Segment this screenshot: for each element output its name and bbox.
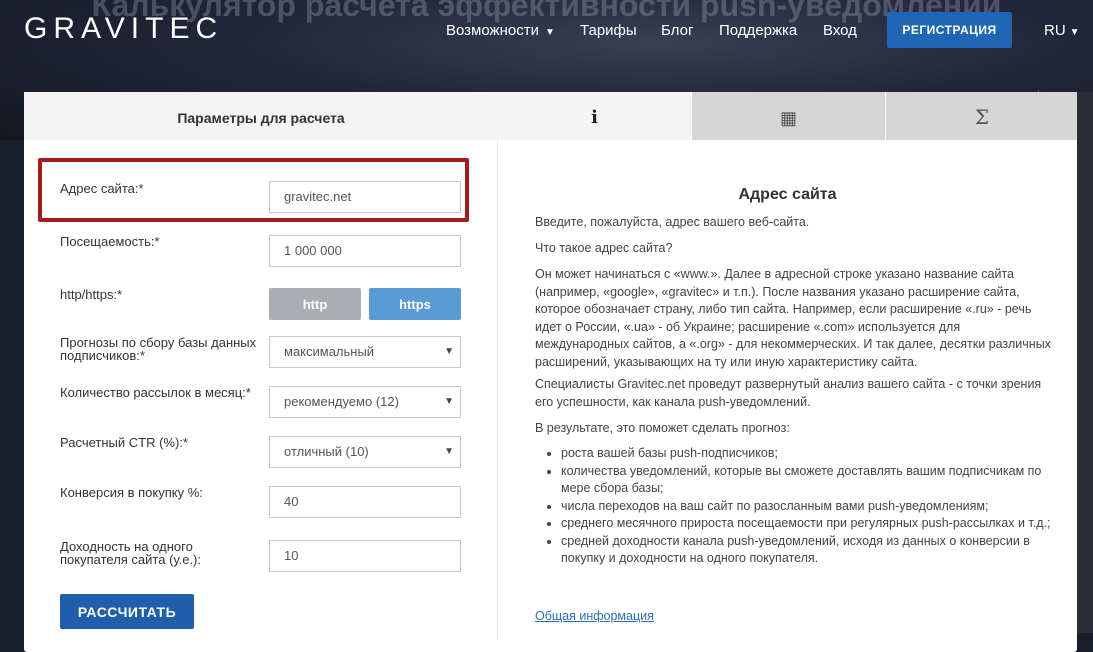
revenue-label: Доходность на одного покупателя сайта (у… [60, 539, 201, 567]
traffic-label: Посещаемость:* [60, 234, 160, 249]
nav-login[interactable]: Вход [823, 22, 857, 39]
mailings-label: Количество рассылок в месяц:* [60, 385, 251, 400]
tab-summary[interactable]: Σ [885, 92, 1078, 140]
info-title: Адрес сайта [738, 186, 837, 203]
sigma-icon: Σ [974, 105, 990, 129]
ctr-label: Расчетный CTR (%):* [60, 435, 188, 450]
chevron-down-icon: ▼ [444, 346, 454, 357]
calculate-button[interactable]: РАССЧИТАТЬ [60, 594, 194, 629]
info-question: Что такое адрес сайта? [535, 241, 673, 255]
calculator-card: Параметры для расчета i ▦ Σ Адрес сайта:… [24, 92, 1078, 652]
list-item: числа переходов на ваш сайт по разосланн… [561, 498, 1055, 516]
site-input[interactable]: gravitec.net [269, 181, 461, 213]
calculator-icon: ▦ [779, 108, 797, 128]
chevron-down-icon: ▼ [444, 396, 454, 407]
language-label: RU [1044, 22, 1066, 39]
mailings-select[interactable]: рекомендуемо (12) ▼ [269, 386, 461, 418]
tab-calculator[interactable]: ▦ [691, 92, 885, 140]
site-label: Адрес сайта:* [60, 181, 144, 196]
https-toggle[interactable]: https [369, 288, 461, 320]
list-item: среднего месячного прироста посещаемости… [561, 515, 1055, 533]
nav-features-label: Возможности [446, 22, 539, 39]
list-item: количества уведомлений, которые вы сможе… [561, 463, 1055, 498]
chevron-down-icon: ▼ [444, 446, 454, 457]
nav-features[interactable]: Возможности ▼ [446, 22, 555, 39]
top-navigation: GRAVITEC Возможности ▼ Тарифы Блог Поддер… [0, 0, 1093, 60]
page-edge [1077, 92, 1093, 633]
traffic-input[interactable]: 1 000 000 [269, 235, 461, 267]
gravitec-logo[interactable]: GRAVITEC [24, 12, 223, 46]
chevron-down-icon: ▼ [544, 27, 555, 38]
nav-blog[interactable]: Блог [661, 22, 693, 39]
language-selector[interactable]: RU ▼ [1044, 22, 1080, 39]
conversion-label: Конверсия в покупку %: [60, 485, 203, 500]
list-item: средней доходности канала push-уведомлен… [561, 533, 1055, 568]
conversion-input[interactable]: 40 [269, 486, 461, 518]
ctr-value: отличный (10) [284, 444, 369, 459]
forecast-select[interactable]: максимальный ▼ [269, 336, 461, 368]
revenue-input[interactable]: 10 [269, 540, 461, 572]
info-analysis: Специалисты Gravitec.net проведут развер… [535, 377, 1042, 409]
register-button[interactable]: РЕГИСТРАЦИЯ [887, 12, 1012, 48]
chevron-down-icon: ▼ [1069, 27, 1080, 38]
tab-info[interactable]: i [498, 92, 691, 140]
http-toggle[interactable]: http [269, 288, 361, 320]
general-info-link[interactable]: Общая информация [535, 609, 654, 623]
panel-divider [497, 140, 498, 640]
list-item: роста вашей базы push-подписчиков; [561, 445, 1055, 463]
info-result: В результате, это поможет сделать прогно… [535, 421, 790, 435]
nav-support[interactable]: Поддержка [719, 22, 797, 39]
info-intro: Введите, пожалуйста, адрес вашего веб-са… [535, 215, 810, 229]
info-explanation: Он может начинаться с «www.». Далее в ад… [535, 267, 1051, 369]
tab-parameters[interactable]: Параметры для расчета [24, 92, 498, 140]
info-forecast-list: роста вашей базы push-подписчиков; колич… [535, 445, 1055, 568]
nav-pricing[interactable]: Тарифы [580, 22, 637, 39]
ctr-select[interactable]: отличный (10) ▼ [269, 436, 461, 468]
mailings-value: рекомендуемо (12) [284, 394, 399, 409]
forecast-value: максимальный [284, 344, 375, 359]
info-icon: i [591, 107, 598, 128]
protocol-label: http/https:* [60, 287, 123, 302]
forecast-label: Прогнозы по сбору базы данных подписчико… [60, 335, 257, 363]
